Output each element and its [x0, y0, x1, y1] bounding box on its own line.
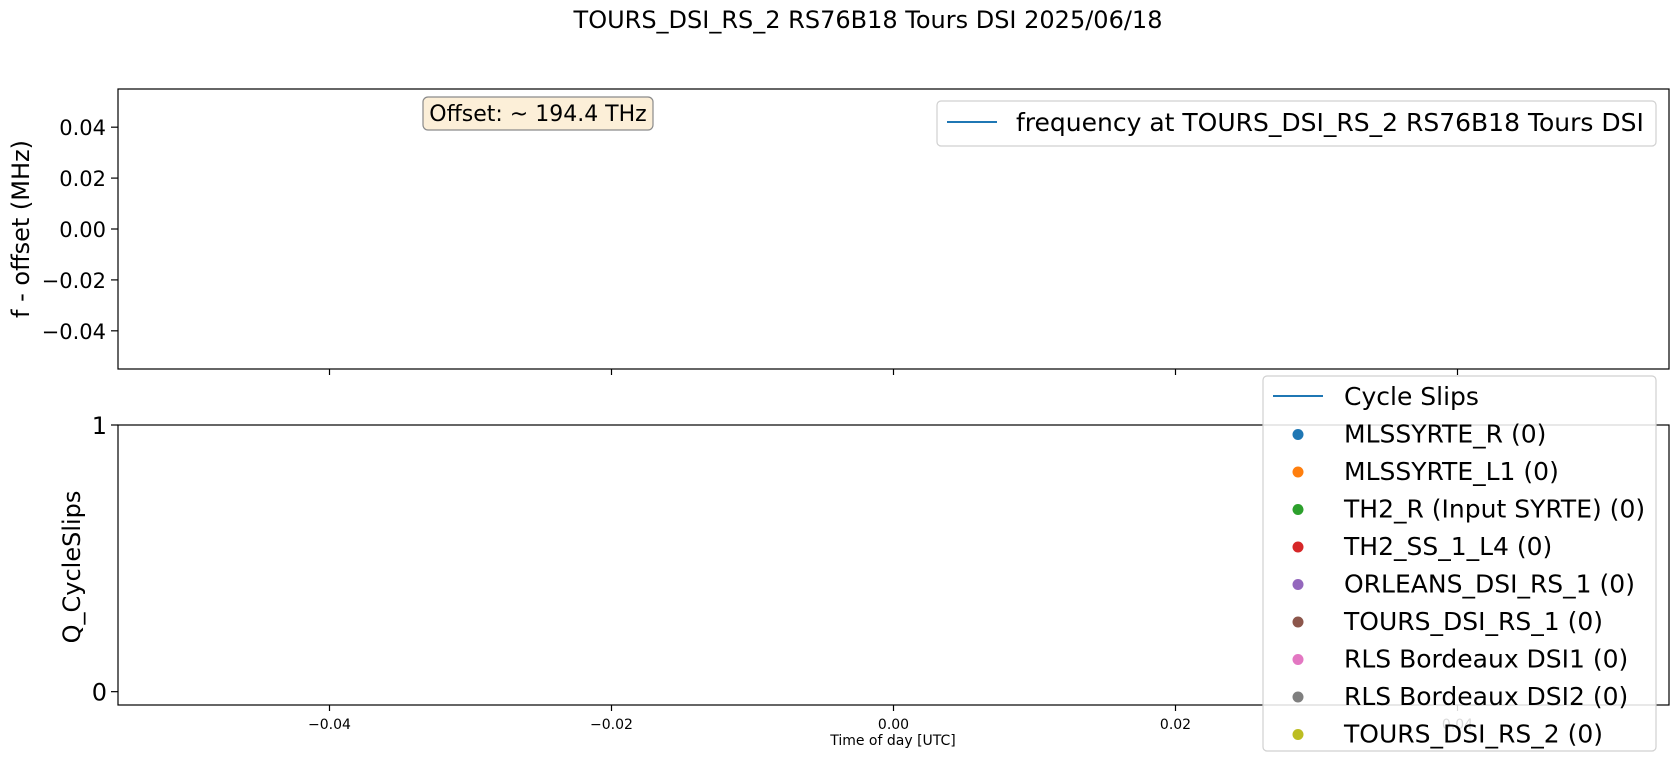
cycleslips-legend-dot: [1292, 729, 1304, 740]
cycleslips-legend-label: RLS Bordeaux DSI1 (0): [1344, 645, 1628, 674]
cycleslips-legend-label: TH2_R (Input SYRTE) (0): [1343, 495, 1645, 524]
cycleslips-legend-dot: [1292, 429, 1304, 440]
cycleslips-y-tick-label: 0: [92, 679, 107, 707]
cycleslips-legend-dot: [1292, 616, 1304, 628]
cycleslips-x-tick-label: −0.02: [590, 717, 633, 733]
cycleslips-legend-label: MLSSYRTE_R (0): [1344, 420, 1546, 449]
cycleslips-legend-label: TOURS_DSI_RS_1 (0): [1343, 607, 1603, 636]
cycleslips-x-tick-label: −0.04: [308, 717, 351, 733]
cycleslips-legend-dot: [1292, 504, 1304, 515]
cycleslips-y-axis-label: Q_CycleSlips: [58, 491, 86, 644]
cycleslips-legend-label: Cycle Slips: [1344, 382, 1479, 411]
frequency-y-tick-label: −0.02: [42, 269, 106, 293]
cycleslips-legend-label: ORLEANS_DSI_RS_1 (0): [1344, 570, 1635, 599]
figure-title: TOURS_DSI_RS_2 RS76B18 Tours DSI 2025/06…: [573, 6, 1163, 34]
cycleslips-legend-label: TOURS_DSI_RS_2 (0): [1343, 720, 1603, 749]
frequency-y-tick-label: −0.04: [42, 320, 106, 344]
offset-annotation: Offset: ~ 194.4 THz: [422, 96, 654, 131]
cycleslips-legend: Cycle Slips MLSSYRTE_R (0) MLSSYRTE_L1 (0)…: [1262, 375, 1657, 752]
cycleslips-x-tick-label: 0.00: [878, 717, 909, 733]
offset-annotation-text: Offset: ~ 194.4 THz: [429, 102, 646, 127]
frequency-y-axis-label: f - offset (MHz): [7, 140, 35, 318]
cycleslips-legend-dot: [1292, 654, 1304, 665]
cycleslips-y-tick-label: 1: [92, 412, 107, 440]
figure: TOURS_DSI_RS_2 RS76B18 Tours DSI 2025/06…: [0, 0, 1677, 765]
cycleslips-legend-dot: [1292, 579, 1304, 590]
cycleslips-legend-label: TH2_SS_1_L4 (0): [1343, 532, 1552, 561]
frequency-y-tick-label: 0.02: [59, 167, 106, 191]
cycleslips-legend-dot: [1292, 541, 1304, 553]
cycleslips-legend-label: RLS Bordeaux DSI2 (0): [1344, 682, 1628, 711]
cycleslips-x-axis-label: Time of day [UTC]: [829, 733, 956, 749]
cycleslips-legend-label: MLSSYRTE_L1 (0): [1344, 457, 1559, 486]
frequency-legend: frequency at TOURS_DSI_RS_2 RS76B18 Tour…: [936, 100, 1657, 147]
cycleslips-x-tick-label: 0.02: [1160, 717, 1191, 733]
cycleslips-legend-dot: [1292, 691, 1304, 703]
frequency-legend-label: frequency at TOURS_DSI_RS_2 RS76B18 Tour…: [1016, 108, 1644, 137]
cycleslips-legend-dot: [1292, 466, 1304, 478]
frequency-y-tick-label: 0.00: [59, 218, 106, 242]
frequency-y-tick-label: 0.04: [59, 116, 106, 140]
